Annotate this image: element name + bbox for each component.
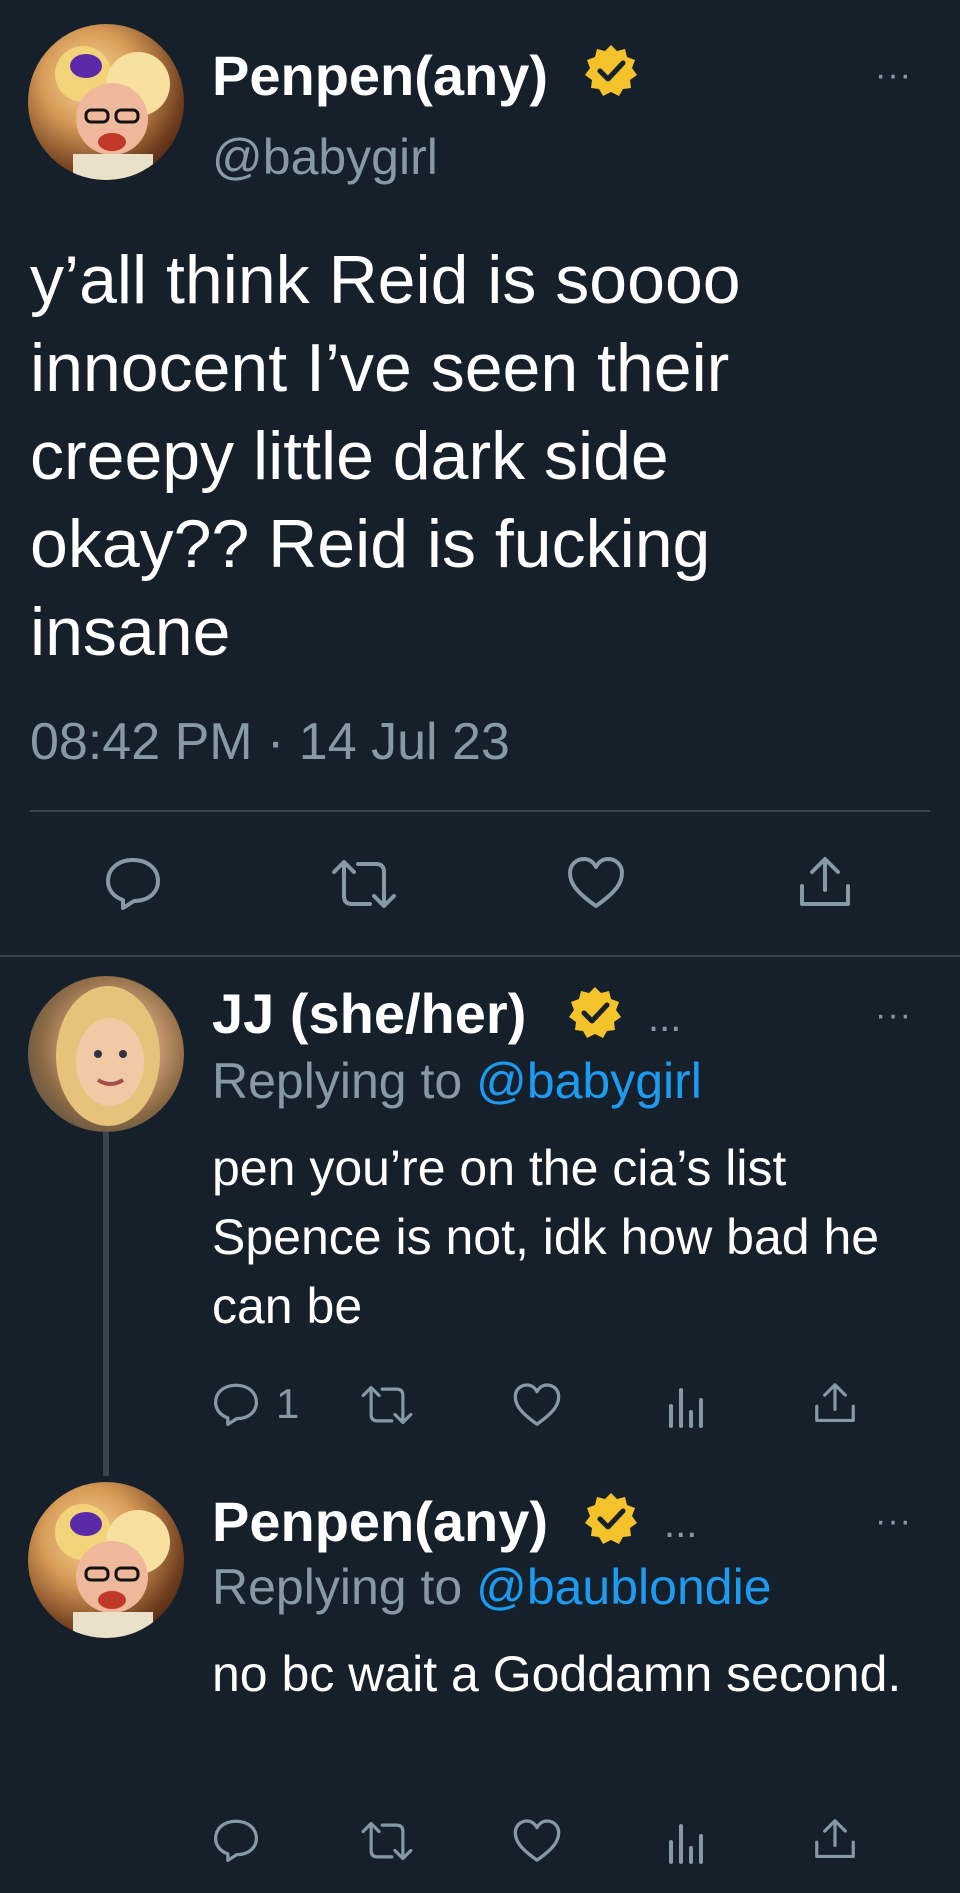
reply-author-name[interactable]: Penpen(any): [212, 1490, 548, 1554]
share-icon[interactable]: [796, 854, 854, 910]
reply-author-name[interactable]: JJ (she/her): [212, 982, 526, 1046]
divider: [30, 810, 930, 812]
verified-icon: [566, 984, 624, 1042]
analytics-icon[interactable]: [666, 1820, 706, 1864]
share-icon[interactable]: [812, 1380, 858, 1426]
like-icon[interactable]: [512, 1818, 562, 1864]
more-icon[interactable]: ···: [875, 998, 912, 1032]
reply-icon[interactable]: [104, 856, 162, 910]
analytics-icon[interactable]: [666, 1384, 706, 1428]
reply-ellipsis: ...: [664, 1502, 698, 1546]
verified-icon: [582, 42, 640, 100]
more-icon[interactable]: ···: [875, 1504, 912, 1538]
author-handle[interactable]: @babygirl: [212, 128, 438, 186]
tweet-timestamp[interactable]: 08:42 PM · 14 Jul 23: [30, 712, 510, 772]
like-icon[interactable]: [512, 1382, 562, 1428]
reply-ellipsis: ...: [648, 996, 682, 1040]
replying-to-label: Replying to: [212, 1559, 463, 1615]
tweet-text: y’all think Reid is soooo innocent I’ve …: [30, 242, 741, 670]
reply-avatar[interactable]: [28, 1482, 184, 1638]
reply-icon[interactable]: [212, 1382, 260, 1426]
retweet-icon[interactable]: [360, 1820, 414, 1862]
thread-line: [103, 1132, 109, 1476]
author-name[interactable]: Penpen(any): [212, 44, 548, 108]
reply-text: no bc wait a Goddamn second.: [212, 1646, 902, 1702]
author-avatar[interactable]: [28, 24, 184, 180]
share-icon[interactable]: [812, 1816, 858, 1862]
replying-to-handle[interactable]: @baublondie: [476, 1559, 771, 1615]
replying-to-label: Replying to: [212, 1053, 463, 1109]
retweet-icon[interactable]: [330, 858, 398, 910]
retweet-icon[interactable]: [360, 1384, 414, 1426]
reply-count: 1: [276, 1380, 300, 1427]
reply-avatar[interactable]: [28, 976, 184, 1132]
like-icon[interactable]: [566, 856, 626, 910]
section-divider: [0, 955, 960, 957]
reply-text: pen you’re on the cia’s list Spence is n…: [212, 1140, 880, 1334]
verified-icon: [582, 1490, 640, 1548]
reply-icon[interactable]: [212, 1818, 260, 1862]
replying-to-handle[interactable]: @babygirl: [476, 1053, 702, 1109]
more-icon[interactable]: ···: [875, 58, 912, 92]
